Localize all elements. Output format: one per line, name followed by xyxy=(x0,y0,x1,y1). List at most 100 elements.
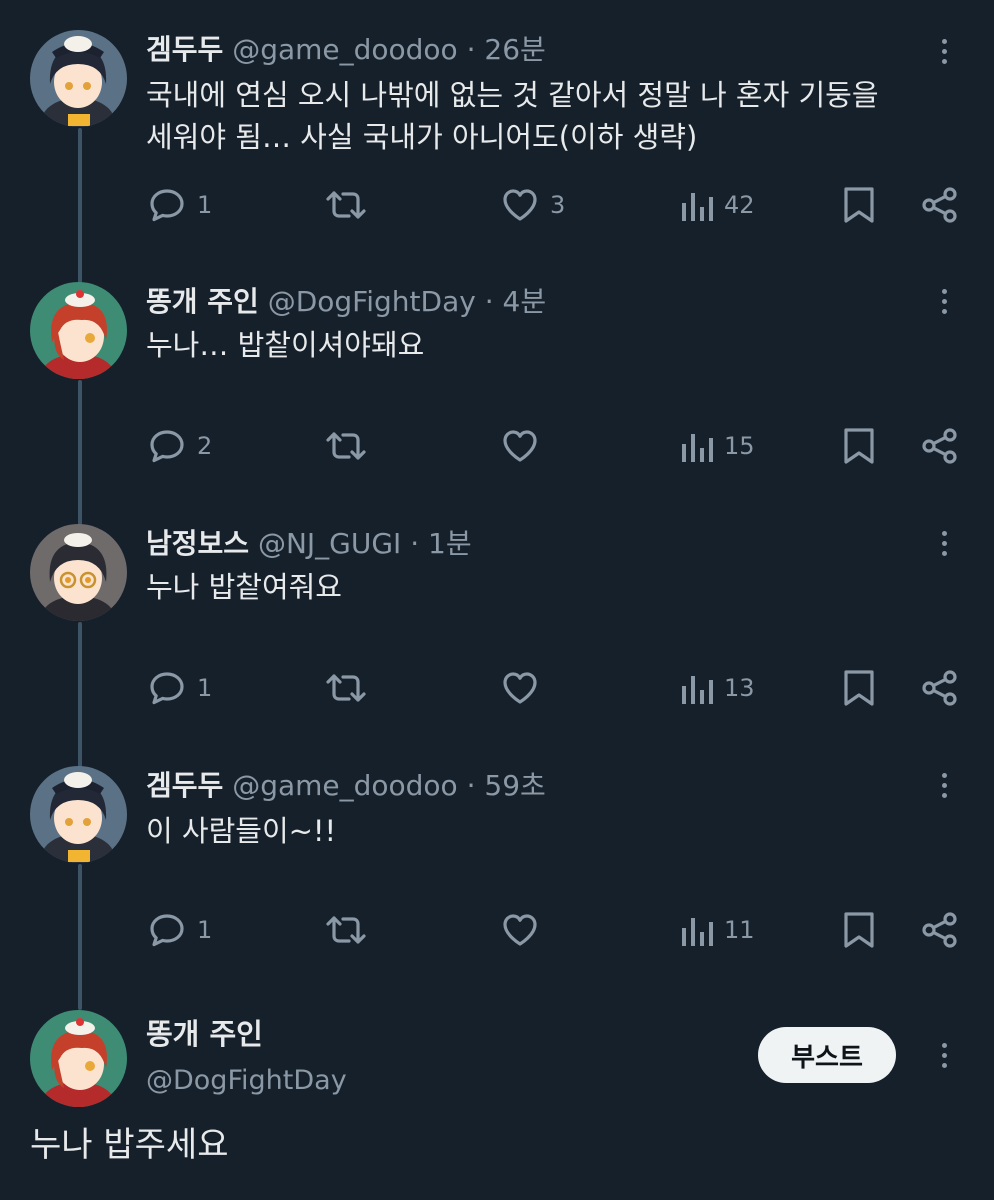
reply-button[interactable]: 2 xyxy=(147,424,212,468)
reply-button[interactable]: 1 xyxy=(147,666,212,710)
action-bar: 2 15 xyxy=(0,424,994,468)
views-count: 42 xyxy=(724,191,755,219)
bookmark-icon xyxy=(844,912,874,948)
views-button[interactable]: 11 xyxy=(680,908,755,952)
views-button[interactable]: 13 xyxy=(680,666,755,710)
share-button[interactable] xyxy=(920,424,960,468)
bar-chart-icon xyxy=(682,434,713,462)
views-count: 11 xyxy=(724,916,755,944)
separator-dot: · xyxy=(410,527,420,560)
boost-button[interactable]: 부스트 xyxy=(758,1027,896,1083)
bookmark-button[interactable] xyxy=(842,424,876,468)
handle[interactable]: @game_doodoo xyxy=(232,33,458,66)
like-button[interactable] xyxy=(500,424,550,468)
tweet-text-line: 세워야 됨… 사실 국내가 아니어도(이하 생략) xyxy=(146,120,698,154)
thread-tweet[interactable]: 남정보스 @NJ_GUGI · 1분 누나 밥챁여줘요 1 13 xyxy=(0,492,994,742)
more-options-icon[interactable] xyxy=(932,526,956,562)
share-button[interactable] xyxy=(920,908,960,952)
heart-icon xyxy=(503,430,537,462)
thread-tweet[interactable]: 겜두두 @game_doodoo · 59초 이 사람들이~!! 1 11 xyxy=(0,734,994,984)
retweet-button[interactable] xyxy=(325,183,377,227)
share-icon xyxy=(922,912,957,948)
heart-icon xyxy=(503,914,537,946)
bookmark-icon xyxy=(844,670,874,706)
heart-icon xyxy=(503,672,537,704)
retweet-arrows-icon xyxy=(326,432,366,460)
like-button[interactable] xyxy=(500,666,550,710)
tweet-header: 남정보스 @NJ_GUGI · 1분 xyxy=(146,524,472,564)
retweet-button[interactable] xyxy=(325,424,377,468)
bar-chart-icon xyxy=(682,193,713,221)
bar-chart-icon xyxy=(682,918,713,946)
tweet-text-line: 누나… 밥챁이셔야돼요 xyxy=(146,328,425,362)
speech-bubble-icon xyxy=(150,914,184,947)
share-icon xyxy=(922,428,957,464)
like-count: 3 xyxy=(550,191,566,219)
speech-bubble-icon xyxy=(150,672,184,705)
avatar[interactable] xyxy=(30,30,127,127)
display-name[interactable]: 겜두두 xyxy=(146,33,223,66)
tweet-text-line: 누나 밥챁여줘요 xyxy=(146,570,342,604)
share-icon xyxy=(922,187,957,223)
more-options-icon[interactable] xyxy=(932,768,956,804)
handle[interactable]: @DogFightDay xyxy=(146,1062,347,1100)
timestamp[interactable]: 4분 xyxy=(503,285,547,318)
tweet-text: 누나 밥주세요 xyxy=(30,1125,229,1165)
bookmark-icon xyxy=(844,187,874,223)
retweet-button[interactable] xyxy=(325,666,377,710)
bar-chart-icon xyxy=(682,676,713,704)
display-name[interactable]: 겜두두 xyxy=(146,769,223,802)
separator-dot: · xyxy=(484,285,494,318)
reply-button[interactable]: 1 xyxy=(147,908,212,952)
reply-count: 1 xyxy=(197,674,213,702)
share-button[interactable] xyxy=(920,183,960,227)
tweet-text: 이 사람들이~!! xyxy=(146,810,336,852)
bookmark-button[interactable] xyxy=(842,908,876,952)
action-bar: 1 3 42 xyxy=(0,183,994,227)
retweet-arrows-icon xyxy=(326,916,366,944)
more-options-icon[interactable] xyxy=(932,284,956,320)
retweet-arrows-icon xyxy=(326,191,366,219)
display-name[interactable]: 똥개 주인 xyxy=(146,1014,263,1054)
action-bar: 1 11 xyxy=(0,908,994,952)
like-button[interactable] xyxy=(500,908,550,952)
more-options-icon[interactable] xyxy=(932,34,956,70)
speech-bubble-icon xyxy=(150,430,184,463)
avatar[interactable] xyxy=(30,282,127,379)
views-count: 15 xyxy=(724,432,755,460)
action-bar: 1 13 xyxy=(0,666,994,710)
handle[interactable]: @NJ_GUGI xyxy=(258,527,401,560)
timestamp[interactable]: 26분 xyxy=(484,33,545,66)
tweet-text: 국내에 연심 오시 나밖에 없는 것 같아서 정말 나 혼자 기둥을 세워야 됨… xyxy=(146,74,879,158)
timestamp[interactable]: 1분 xyxy=(428,527,472,560)
avatar[interactable] xyxy=(30,766,127,863)
retweet-button[interactable] xyxy=(325,908,377,952)
like-button[interactable]: 3 xyxy=(500,183,565,227)
avatar[interactable] xyxy=(30,1010,127,1107)
tweet-header: 겜두두 @game_doodoo · 26분 xyxy=(146,30,546,70)
views-button[interactable]: 15 xyxy=(680,424,755,468)
speech-bubble-icon xyxy=(150,189,184,222)
handle[interactable]: @game_doodoo xyxy=(232,769,458,802)
share-button[interactable] xyxy=(920,666,960,710)
display-name[interactable]: 똥개 주인 xyxy=(146,285,259,318)
tweet-text: 누나… 밥챁이셔야돼요 xyxy=(146,324,424,366)
separator-dot: · xyxy=(466,33,476,66)
more-options-icon[interactable] xyxy=(932,1038,956,1074)
share-icon xyxy=(922,670,957,706)
reply-count: 1 xyxy=(197,191,213,219)
reply-button[interactable]: 1 xyxy=(147,183,212,227)
views-button[interactable]: 42 xyxy=(680,183,755,227)
bookmark-button[interactable] xyxy=(842,183,876,227)
display-name[interactable]: 남정보스 xyxy=(146,527,249,560)
tweet-text-line: 이 사람들이~!! xyxy=(146,814,337,848)
thread-tweet[interactable]: 겜두두 @game_doodoo · 26분 국내에 연심 오시 나밖에 없는 … xyxy=(0,0,994,250)
reply-count: 1 xyxy=(197,916,213,944)
bookmark-button[interactable] xyxy=(842,666,876,710)
timestamp[interactable]: 59초 xyxy=(484,769,545,802)
tweet-header: 똥개 주인 @DogFightDay · 4분 xyxy=(146,282,546,322)
bookmark-icon xyxy=(844,428,874,464)
avatar[interactable] xyxy=(30,524,127,621)
handle[interactable]: @DogFightDay xyxy=(268,285,476,318)
thread-tweet[interactable]: 똥개 주인 @DogFightDay · 4분 누나… 밥챁이셔야돼요 2 15 xyxy=(0,250,994,500)
